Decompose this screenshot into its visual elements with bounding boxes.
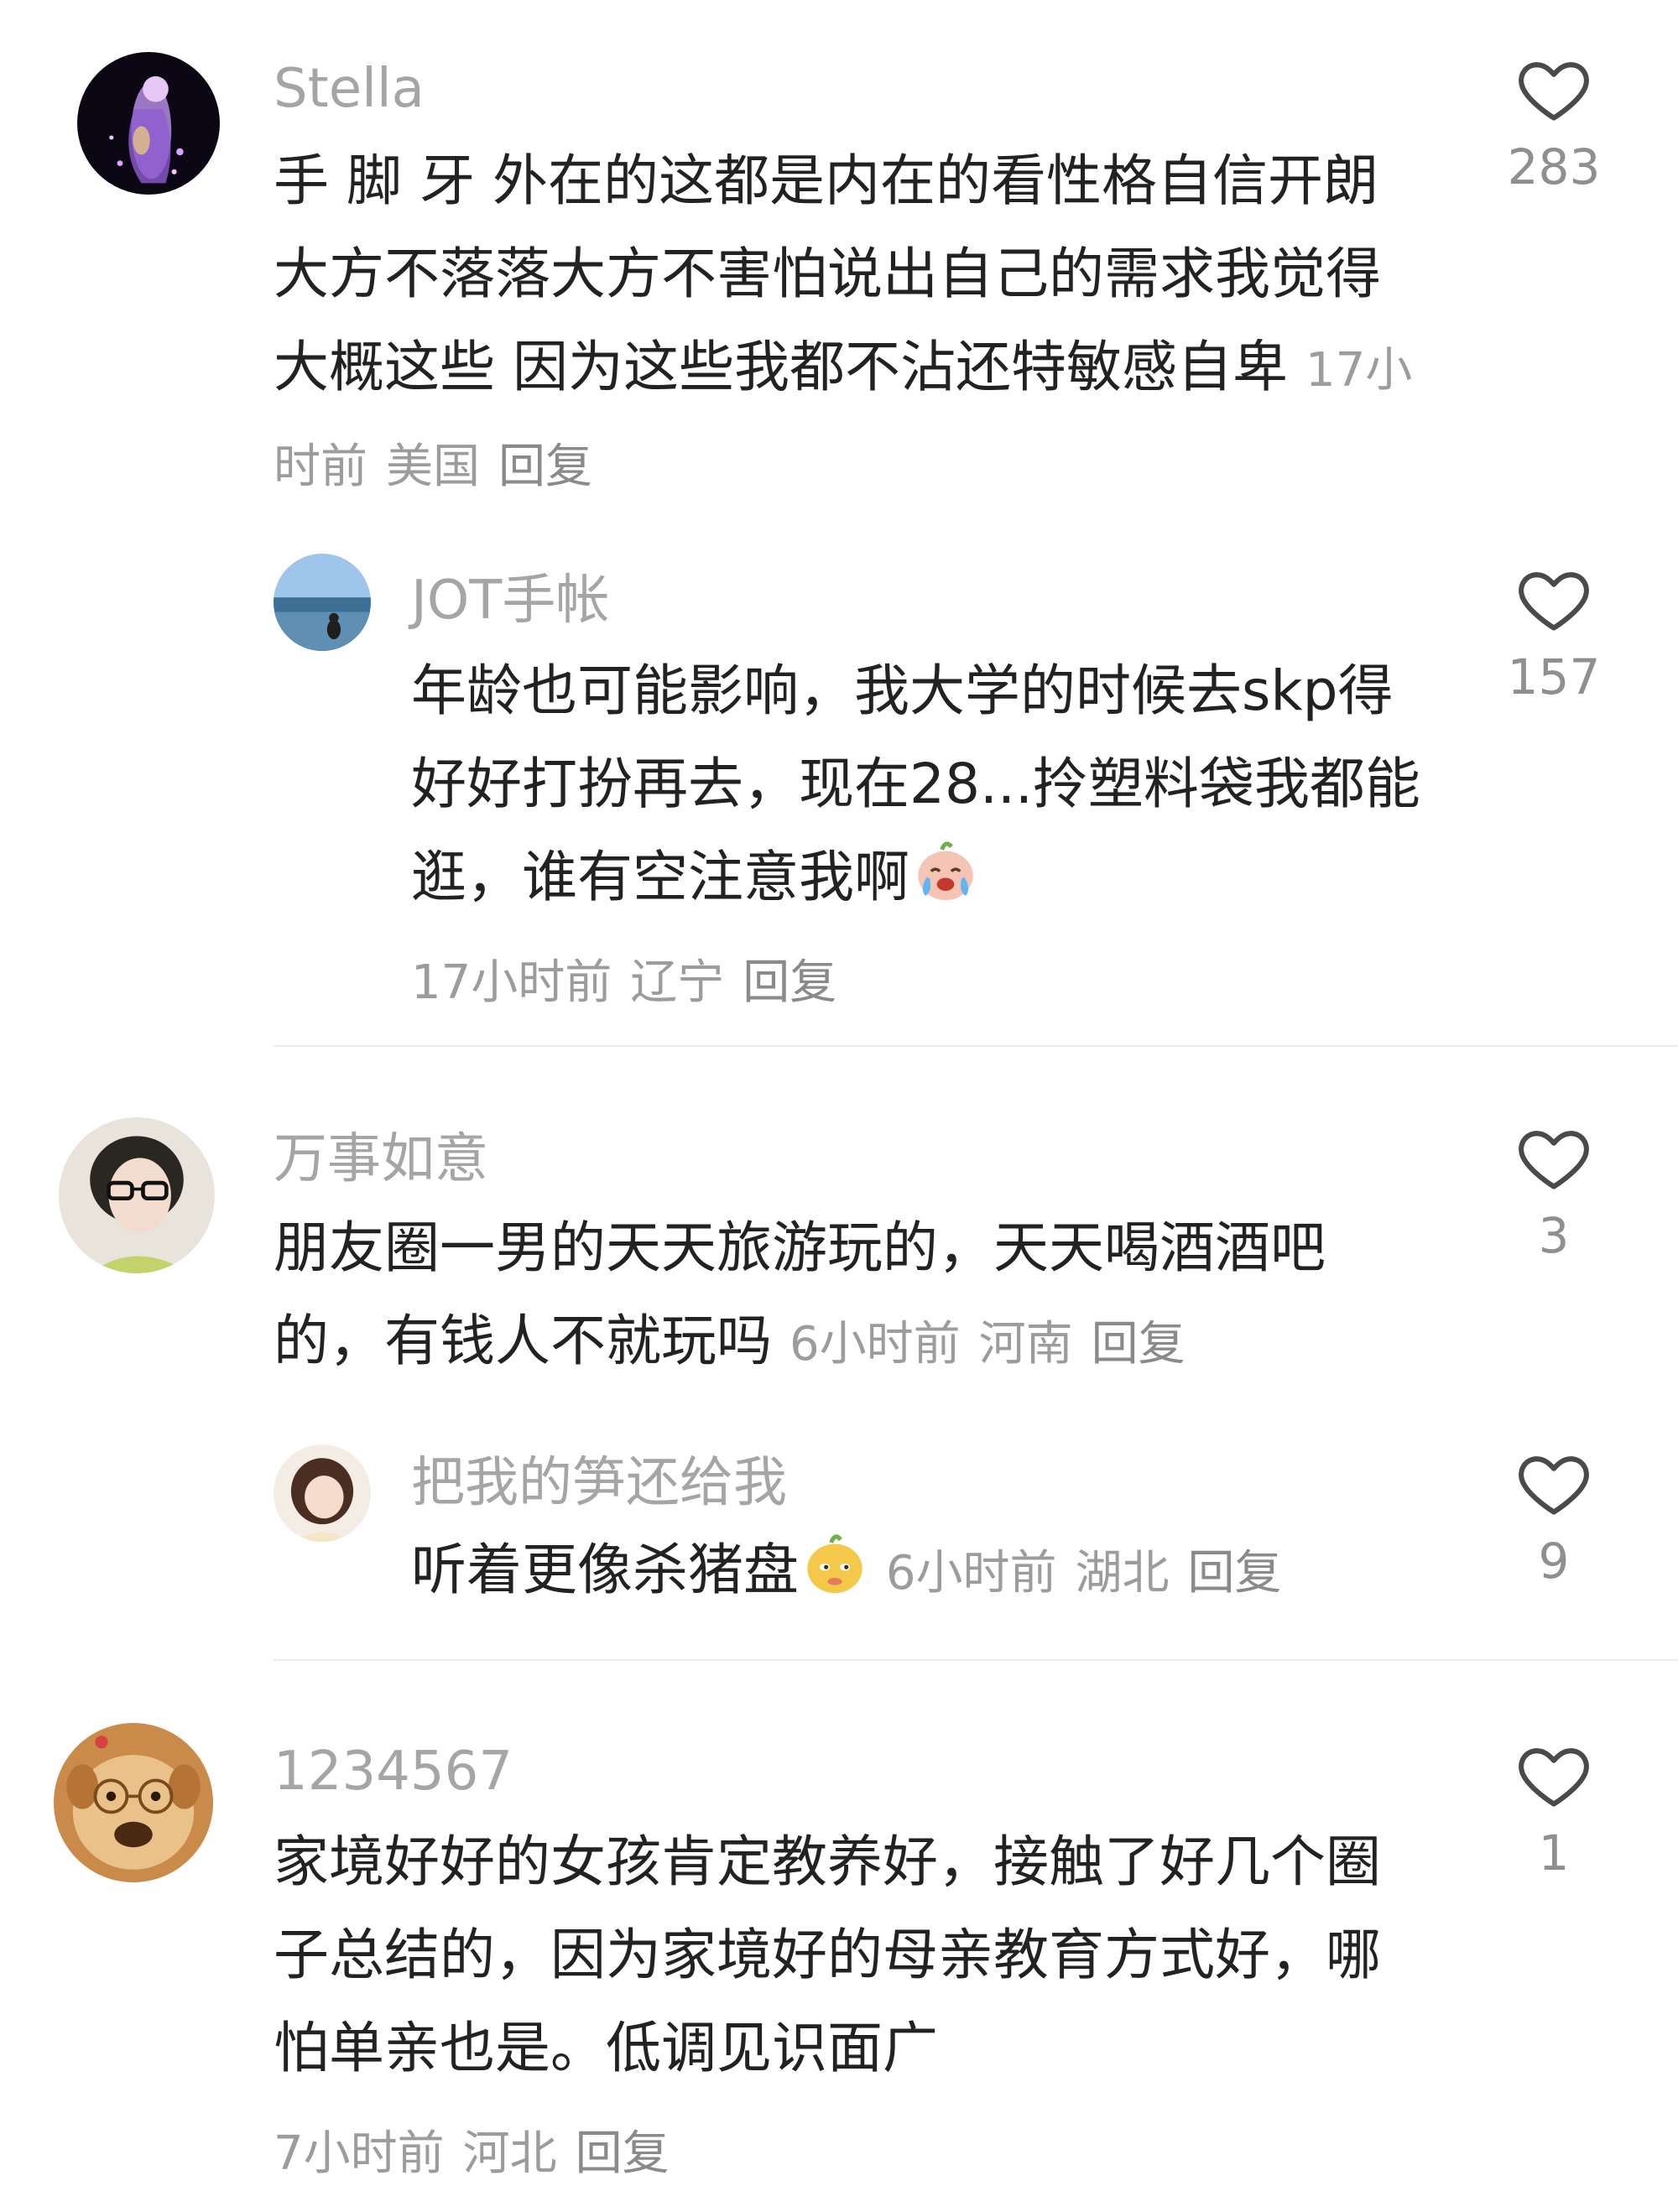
smirk-emoji-icon [799,1527,871,1599]
like-count: 157 [1507,648,1601,705]
fantasy-figure-avatar-icon [77,52,220,195]
seaside-avatar-icon [274,554,371,651]
avatar[interactable] [274,554,371,651]
username[interactable]: 把我的笋还给我 [411,1451,787,1515]
like-count: 9 [1538,1533,1570,1590]
avatar[interactable] [59,1117,215,1273]
reply-button[interactable]: 回复 [1092,1317,1186,1371]
username[interactable]: 万事如意 [274,1127,488,1191]
reply-button[interactable]: 回复 [743,955,836,1010]
comment-meta: 17小时前 辽宁 回复 [411,955,855,1010]
avatar[interactable] [274,1444,371,1542]
heart-icon [1519,572,1589,631]
avatar[interactable] [77,52,220,195]
comment-meta: 6小时前 河南 回复 [789,1317,1204,1371]
comment-body: 听着更像杀猪盘 [411,1538,799,1602]
timestamp: 6小时前 [789,1317,961,1371]
comment-text: 年龄也可能影响，我大学的时候去skp得好好打扮再去，现在28...拎塑料袋我都能… [411,644,1443,924]
like-count: 3 [1538,1207,1570,1264]
timestamp: 6小时前 [885,1546,1057,1600]
comment-meta: 7小时前 河北 回复 [274,2126,688,2181]
comment-meta: 6小时前 湖北 回复 [871,1546,1300,1600]
reply-button[interactable]: 回复 [1187,1546,1281,1600]
username[interactable]: JOT手帐 [411,569,609,632]
divider [274,1659,1678,1661]
heart-icon [1519,1456,1589,1515]
like-button[interactable]: 283 [1470,50,1638,196]
location: 辽宁 [630,955,725,1010]
username[interactable]: 1234567 [274,1740,513,1803]
username[interactable]: Stella [274,57,425,121]
glasses-woman-avatar-icon [59,1117,215,1273]
girl-avatar-icon [274,1444,371,1542]
like-count: 1 [1538,1824,1570,1882]
comment-body: 手 脚 牙 外在的这都是内在的看性格自信开朗大方不落落大方不害怕说出自己的需求我… [274,148,1381,399]
heart-icon [1519,1748,1589,1807]
location: 美国 [386,440,480,494]
heart-icon [1519,1131,1589,1189]
like-button[interactable]: 1 [1470,1736,1638,1882]
comment-text: 家境好好的女孩肯定教养好，接触了好几个圈子总结的，因为家境好的母亲教育方式好，哪… [274,1815,1431,2095]
comment-body: 家境好好的女孩肯定教养好，接触了好几个圈子总结的，因为家境好的母亲教育方式好，哪… [274,1829,1381,2080]
avatar[interactable] [54,1723,213,1882]
crying-laughing-emoji-icon [909,834,982,906]
comment-text: 听着更像杀猪盘 6小时前 湖北 回复 [411,1523,1443,1620]
like-button[interactable]: 157 [1470,560,1638,706]
timestamp: 7小时前 [274,2126,445,2181]
location: 河北 [462,2126,557,2181]
comment-text: 朋友圈一男的天天旅游玩的，天天喝酒酒吧的，有钱人不就玩吗 6小时前 河南 回复 [274,1201,1431,1391]
comment-meta-line: 17小时前 辽宁 回复 [411,933,1443,1029]
heart-icon [1519,62,1589,121]
like-button[interactable]: 3 [1470,1119,1638,1265]
reply-button[interactable]: 回复 [498,440,592,494]
like-button[interactable]: 9 [1470,1444,1638,1590]
location: 湖北 [1075,1546,1170,1600]
comment-meta-line: 7小时前 河北 回复 [274,2104,1431,2200]
comment-text: 手 脚 牙 外在的这都是内在的看性格自信开朗大方不落落大方不害怕说出自己的需求我… [274,134,1431,513]
divider [274,1045,1678,1047]
reply-button[interactable]: 回复 [576,2126,670,2181]
location: 河南 [978,1317,1073,1371]
timestamp: 17小时前 [411,955,612,1010]
dog-with-glasses-avatar-icon [54,1723,213,1882]
like-count: 283 [1507,138,1601,195]
